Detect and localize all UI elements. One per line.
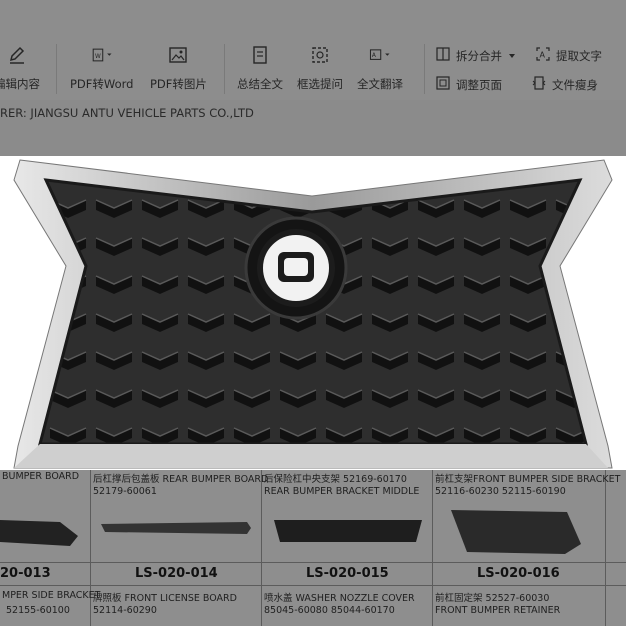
part-code: LS-020-015 (306, 566, 389, 581)
split-merge-label: 拆分合并 (456, 48, 502, 63)
product-photo (0, 156, 626, 470)
svg-text:W: W (95, 54, 101, 60)
word-doc-icon: W (91, 44, 113, 66)
file-slim-button[interactable]: 文件瘦身 (532, 76, 598, 93)
part-number: 52116-60230 52115-60190 (435, 486, 566, 497)
part-title: 前杠支架FRONT BUMPER SIDE BRACKET (435, 474, 621, 485)
pdf-toolbar: 编辑内容 W PDF转Word PDF转图片 总结全文 框选提问 A 全文翻译 (0, 0, 626, 100)
pencil-icon (6, 44, 28, 66)
part-photo-bracket-middle (274, 520, 422, 542)
summarize-label: 总结全文 (237, 77, 283, 91)
part-number: 52114-60290 (93, 605, 157, 616)
edit-content-button[interactable]: 编辑内容 (0, 44, 40, 92)
svg-text:A: A (372, 53, 376, 59)
part-number: 52179-60061 (93, 486, 157, 497)
part-name: 牌照板 FRONT LICENSE BOARD (93, 593, 237, 604)
part-photo-front-side-bracket (451, 510, 581, 554)
part-code: LS-020-016 (477, 566, 560, 581)
toolbar-divider (224, 44, 225, 94)
catalog-cell: 后保险杠中央支架 52169-60170 REAR BUMPER BRACKET… (262, 470, 433, 626)
split-merge-button[interactable]: 拆分合并 (436, 47, 516, 64)
file-slim-label: 文件瘦身 (552, 77, 598, 92)
extract-text-button[interactable]: A 提取文字 (536, 47, 602, 64)
part-title: BUMPER BOARD (2, 471, 80, 482)
file-slim-icon (532, 76, 546, 93)
full-translate-label: 全文翻译 (357, 77, 403, 91)
box-select-icon (309, 44, 331, 66)
extract-text-label: 提取文字 (556, 48, 602, 63)
box-select-ask-button[interactable]: 框选提问 (297, 44, 343, 92)
toolbar-divider (424, 44, 425, 94)
part-code: LS-020-014 (135, 566, 218, 581)
split-merge-icon (436, 47, 450, 64)
part-name: FRONT BUMPER RETAINER (435, 605, 561, 616)
summary-doc-icon (249, 44, 271, 66)
pdf-to-image-label: PDF转图片 (150, 77, 207, 91)
adjust-page-button[interactable]: 调整页面 (436, 76, 502, 93)
part-title: 后保险杠中央支架 52169-60170 (264, 474, 407, 485)
image-icon (167, 44, 189, 66)
full-translate-button[interactable]: A 全文翻译 (357, 44, 403, 92)
part-name: MPER SIDE BRACKET (2, 590, 101, 601)
grille-image (13, 159, 613, 469)
part-photo-side-bracket (0, 520, 78, 546)
toolbar-divider (56, 44, 57, 94)
part-name: 喷水盖 WASHER NOZZLE COVER (264, 593, 415, 604)
part-code: 20-013 (0, 566, 51, 581)
part-number: 52155-60100 (6, 605, 70, 616)
box-select-ask-label: 框选提问 (297, 77, 343, 91)
extract-text-icon: A (536, 47, 550, 64)
parts-catalog: BUMPER BOARD 20-013 MPER SIDE BRACKET 52… (0, 470, 626, 626)
edit-content-label: 编辑内容 (0, 77, 40, 91)
pdf-to-word-button[interactable]: W PDF转Word (70, 44, 133, 92)
svg-text:A: A (540, 51, 546, 60)
pdf-to-image-button[interactable]: PDF转图片 (150, 44, 207, 92)
chevron-down-icon (508, 49, 516, 63)
pdf-to-word-label: PDF转Word (70, 77, 134, 91)
part-name: 前杠固定架 52527-60030 (435, 593, 550, 604)
manufacturer-line: RER: JIANGSU ANTU VEHICLE PARTS CO.,LTD (0, 106, 254, 120)
summarize-button[interactable]: 总结全文 (237, 44, 283, 92)
catalog-cell: BUMPER BOARD 20-013 MPER SIDE BRACKET 52… (0, 470, 100, 626)
part-name: REAR BUMPER BRACKET MIDDLE (264, 486, 420, 497)
translate-icon: A (369, 44, 391, 66)
part-number: 85045-60080 85044-60170 (264, 605, 395, 616)
part-photo-rear-bumper-board (101, 522, 251, 534)
catalog-cell: 前杠支架FRONT BUMPER SIDE BRACKET 52116-6023… (433, 470, 620, 626)
adjust-page-label: 调整页面 (456, 77, 502, 92)
part-title: 后杠撑后包盖板 REAR BUMPER BOARD (93, 474, 269, 485)
catalog-cell: 后杠撑后包盖板 REAR BUMPER BOARD 52179-60061 LS… (91, 470, 268, 626)
adjust-page-icon (436, 76, 450, 93)
